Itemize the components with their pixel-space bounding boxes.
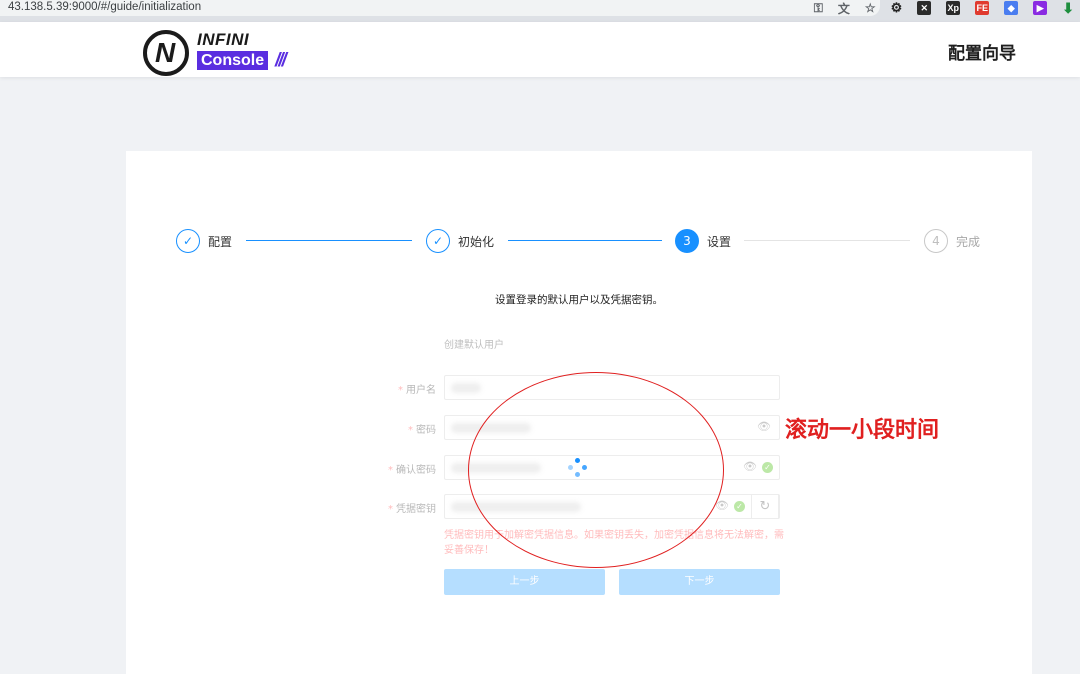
logo-text-top: INFINI bbox=[197, 30, 250, 49]
annotation-ellipse bbox=[468, 372, 724, 568]
browser-toolbar-icons: ⚿ 文 ☆ ⚙ ✕ Xp FE ◆ ▶ ⬇ bbox=[814, 0, 1074, 16]
annotation-text: 滚动一小段时间 bbox=[785, 418, 940, 443]
username-label: * 用户名 bbox=[398, 385, 436, 396]
next-step-button[interactable]: 下一步 bbox=[619, 569, 780, 595]
check-circle-icon: ✓ bbox=[734, 501, 745, 512]
password-label: * 密码 bbox=[408, 425, 436, 436]
download-icon[interactable]: ⬇ bbox=[1062, 0, 1074, 16]
check-circle-icon: ✓ bbox=[762, 462, 773, 473]
prev-step-button[interactable]: 上一步 bbox=[444, 569, 605, 595]
star-icon[interactable]: ☆ bbox=[865, 1, 876, 15]
page-title: 配置向导 bbox=[948, 44, 1016, 64]
eye-icon[interactable]: 👁 bbox=[757, 420, 771, 433]
section-title: 创建默认用户 bbox=[444, 340, 504, 351]
eye-off-icon[interactable]: 👁 bbox=[743, 460, 757, 473]
address-bar[interactable]: 43.138.5.39:9000/#/guide/initialization bbox=[0, 0, 880, 16]
masked-value bbox=[451, 383, 481, 393]
logo-slashes: /// bbox=[275, 50, 287, 71]
infini-console-logo[interactable]: N INFINI Console /// bbox=[143, 28, 313, 76]
logo-text-bottom: Console bbox=[197, 51, 269, 70]
extension-icon[interactable]: ▶ bbox=[1033, 1, 1048, 15]
extension-icon[interactable]: FE bbox=[975, 1, 990, 15]
refresh-icon[interactable]: ↻ bbox=[751, 494, 779, 519]
extension-icon[interactable]: ◆ bbox=[1004, 1, 1019, 15]
browser-toolbar: 43.138.5.39:9000/#/guide/initialization … bbox=[0, 0, 1080, 22]
app-header: N INFINI Console /// 配置向导 bbox=[0, 22, 1080, 77]
extension-icon[interactable]: Xp bbox=[946, 1, 961, 15]
confirm-password-label: * 确认密码 bbox=[388, 465, 436, 476]
extension-icon[interactable]: ✕ bbox=[917, 1, 932, 15]
extension-icon[interactable]: ⚙ bbox=[891, 0, 903, 15]
logo-mark-icon: N bbox=[143, 30, 189, 76]
key-icon[interactable]: ⚿ bbox=[814, 1, 823, 15]
credential-key-label: * 凭据密钥 bbox=[388, 504, 436, 515]
translate-icon[interactable]: 文 bbox=[838, 1, 850, 16]
